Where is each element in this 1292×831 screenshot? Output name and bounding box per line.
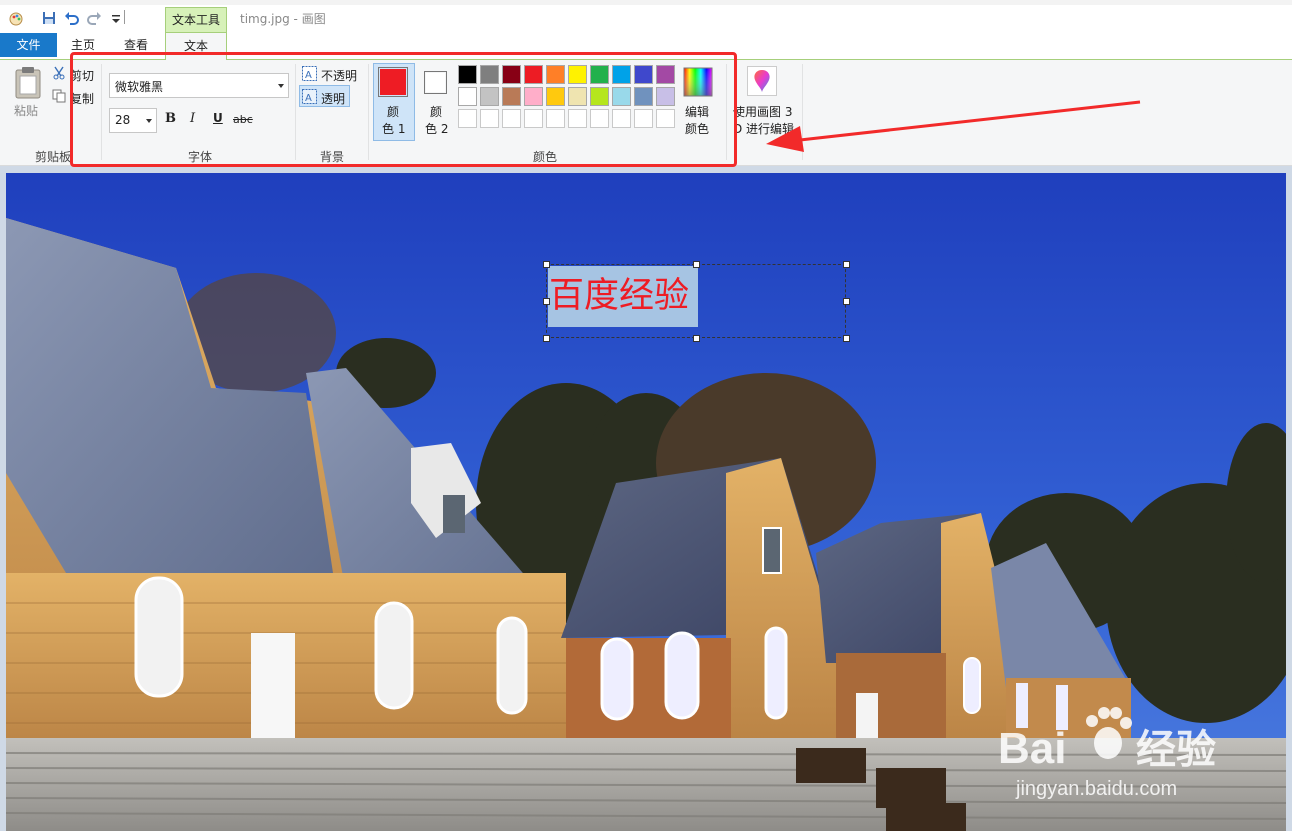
clipboard-group-label: 剪贴板 (34, 150, 71, 164)
canvas-text[interactable]: 百度经验 (549, 274, 689, 318)
annotation-highlight-box (70, 52, 737, 167)
tab-file[interactable]: 文件 (0, 33, 57, 57)
save-icon[interactable] (41, 10, 57, 26)
resize-handle[interactable] (543, 261, 550, 268)
toolbar-separator (124, 10, 125, 24)
resize-handle[interactable] (843, 335, 850, 342)
watermark-brand-text: Bai (998, 724, 1066, 773)
copy-icon (52, 89, 66, 103)
document-title: timg.jpg - 画图 (240, 12, 326, 26)
resize-handle[interactable] (543, 335, 550, 342)
paint3d-icon[interactable] (747, 66, 777, 96)
watermark-url-text: jingyan.baidu.com (1015, 778, 1177, 800)
paint-app-icon[interactable] (8, 10, 24, 26)
scissors-icon (53, 66, 65, 80)
resize-handle[interactable] (693, 261, 700, 268)
watermark-jingyan-text: 经验 (1136, 727, 1216, 773)
resize-handle[interactable] (843, 261, 850, 268)
redo-icon[interactable] (86, 10, 102, 26)
customize-toolbar-icon[interactable] (108, 10, 124, 26)
resize-handle[interactable] (693, 335, 700, 342)
text-tools-context-header: 文本工具 (165, 7, 227, 34)
paste-button-label[interactable]: 粘贴 (14, 102, 38, 119)
resize-handle[interactable] (843, 298, 850, 305)
annotation-arrow (766, 100, 1141, 152)
paste-icon[interactable] (13, 66, 43, 100)
undo-icon[interactable] (64, 10, 80, 26)
resize-handle[interactable] (543, 298, 550, 305)
top-taskbar-strip (0, 0, 1292, 5)
